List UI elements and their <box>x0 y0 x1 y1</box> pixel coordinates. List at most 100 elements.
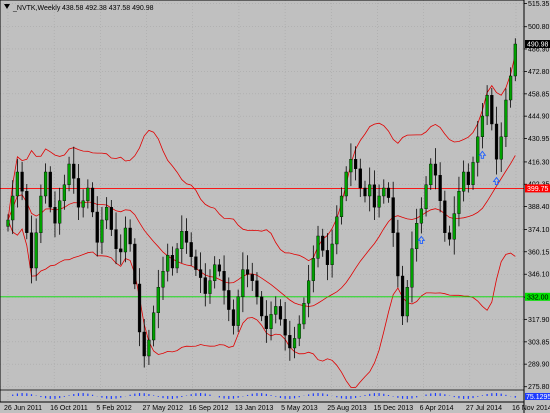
y-tick-label: 444.90 <box>528 114 550 121</box>
candle-body <box>429 163 433 185</box>
candle-body <box>58 200 62 224</box>
candle-body <box>278 306 283 320</box>
candle-body <box>466 171 470 186</box>
candle <box>513 38 517 82</box>
candle-body <box>325 250 330 265</box>
candle-body <box>86 187 90 202</box>
candle-body <box>363 187 367 197</box>
candle-body <box>245 269 250 275</box>
candle-body <box>415 222 419 249</box>
candle-body <box>133 243 137 285</box>
candle-body <box>217 264 221 272</box>
candle-body <box>95 211 99 243</box>
candle-body <box>471 162 475 185</box>
red-level-label: 399.75 <box>527 186 549 193</box>
candle-body <box>76 178 81 208</box>
candle-body <box>81 200 85 208</box>
candle <box>48 166 52 213</box>
candle-body <box>67 163 71 185</box>
candle-body <box>250 274 254 281</box>
candle-body <box>443 200 447 234</box>
x-tick-label: 16 Nov 2014 <box>512 405 550 412</box>
candle-body <box>377 195 381 208</box>
candle-body <box>433 163 438 176</box>
candle-body <box>11 195 15 221</box>
candle-body <box>241 269 245 298</box>
x-tick-label: 27 May 2012 <box>143 405 184 412</box>
candle-body <box>330 243 334 265</box>
candle-body <box>222 271 226 291</box>
y-tick-label: 430.95 <box>528 136 550 143</box>
candle-body <box>438 174 442 201</box>
candle <box>25 184 29 240</box>
candle-body <box>152 312 156 341</box>
candle-body <box>180 230 184 249</box>
candle-body <box>386 187 391 198</box>
candle <box>133 238 137 290</box>
candle-body <box>400 275 405 317</box>
candle-body <box>396 232 400 277</box>
x-tick-label: 27 Jul 2014 <box>466 405 502 412</box>
candle-body <box>508 75 513 101</box>
candle-body <box>119 248 123 253</box>
chart: 75.1295 515.35 500.80 486.90 472.80 458.85 44… <box>0 0 550 413</box>
candle-body <box>208 280 212 294</box>
candle-body <box>227 290 231 310</box>
y-tick-label: 500.80 <box>528 24 550 31</box>
candle-body <box>316 235 320 259</box>
candle-body <box>194 256 198 270</box>
candle-body <box>62 184 66 202</box>
candle-body <box>175 248 179 269</box>
candle-body <box>105 206 109 221</box>
y-tick-label: 346.10 <box>528 272 550 279</box>
candle-body <box>499 136 503 160</box>
candle-body <box>447 232 452 240</box>
candle-body <box>203 277 207 294</box>
candle-body <box>170 254 175 269</box>
candle-body <box>480 115 485 137</box>
candle-body <box>391 197 395 234</box>
candle-body <box>274 306 278 315</box>
candle-body <box>292 338 297 349</box>
candle-body <box>424 184 428 210</box>
x-tick-label: 26 Jun 2011 <box>4 405 42 412</box>
candle-body <box>34 232 38 269</box>
candle-body <box>6 219 10 227</box>
candle-body <box>405 287 409 317</box>
x-tick-label: 5 Feb 2012 <box>96 405 132 412</box>
y-tick-label: 317.90 <box>528 317 550 324</box>
x-tick-label: 16 Oct 2011 <box>50 405 88 412</box>
candle-body <box>311 258 315 281</box>
y-tick-label: 472.80 <box>528 69 550 76</box>
candle-body <box>513 43 517 77</box>
candle-body <box>189 242 193 257</box>
y-tick-label: 388.40 <box>528 204 550 211</box>
candle-body <box>236 296 240 326</box>
candle-body <box>161 271 165 288</box>
y-tick-label: 374.10 <box>528 227 550 234</box>
candle-body <box>123 227 128 253</box>
candle-body <box>358 168 362 189</box>
y-tick-label: 458.85 <box>528 91 550 98</box>
candle-body <box>353 158 358 169</box>
candle-body <box>147 339 151 357</box>
x-tick-label: 13 Jan 2013 <box>235 405 274 412</box>
indicator-value-label: 75.1295 <box>526 394 550 401</box>
candle-body <box>48 171 52 208</box>
candle-body <box>25 190 29 233</box>
chart-header: _NVTK,Weekly 438.58 492.38 437.58 490.98 <box>4 4 154 12</box>
candle-body <box>349 158 353 173</box>
candle-body <box>269 314 273 329</box>
candle-body <box>137 283 142 333</box>
candle-body <box>100 219 104 243</box>
candle-body <box>283 319 287 336</box>
candle-body <box>90 187 95 213</box>
last-price-label: 490.98 <box>527 42 549 49</box>
candle-body <box>382 187 386 197</box>
candle-body <box>198 269 203 278</box>
candle-body <box>344 171 348 197</box>
candle-body <box>476 136 480 163</box>
candle-body <box>43 171 48 197</box>
candle-body <box>260 296 264 317</box>
candle-body <box>504 99 508 137</box>
